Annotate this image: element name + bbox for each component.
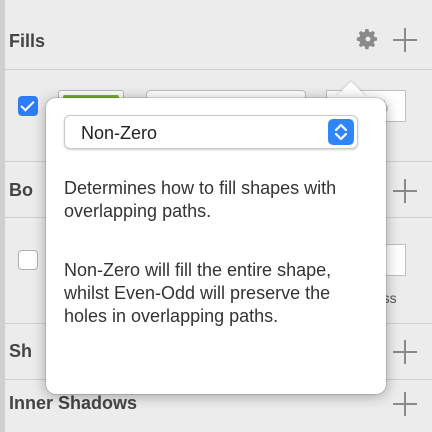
add-border-plus-icon[interactable] — [392, 178, 418, 204]
fill-rule-detail: Non-Zero will fill the entire shape, whi… — [64, 260, 332, 326]
fill-rule-popover: Non-Zero Determines how to fill shapes w… — [46, 98, 386, 394]
fill-enabled-checkbox[interactable] — [18, 96, 38, 116]
fill-rule-select[interactable]: Non-Zero — [64, 115, 358, 149]
shadows-title: Sh — [9, 341, 33, 361]
inner-shadows-title: Inner Shadows — [9, 393, 138, 413]
add-inner-shadow-plus-icon[interactable] — [392, 391, 418, 417]
gear-icon[interactable] — [356, 27, 380, 51]
borders-title: Bo — [9, 180, 33, 200]
fill-rule-value: Non-Zero — [81, 123, 158, 143]
add-shadow-plus-icon[interactable] — [392, 339, 418, 365]
border-enabled-checkbox[interactable] — [18, 250, 38, 270]
fills-title: Fills — [9, 31, 46, 51]
stepper-icon[interactable] — [328, 119, 354, 145]
fill-rule-description: Determines how to fill shapes with overl… — [64, 178, 337, 221]
add-fill-plus-icon[interactable] — [392, 27, 418, 53]
popover-arrow-joint — [330, 100, 372, 114]
fills-section-header: Fills — [5, 18, 432, 70]
